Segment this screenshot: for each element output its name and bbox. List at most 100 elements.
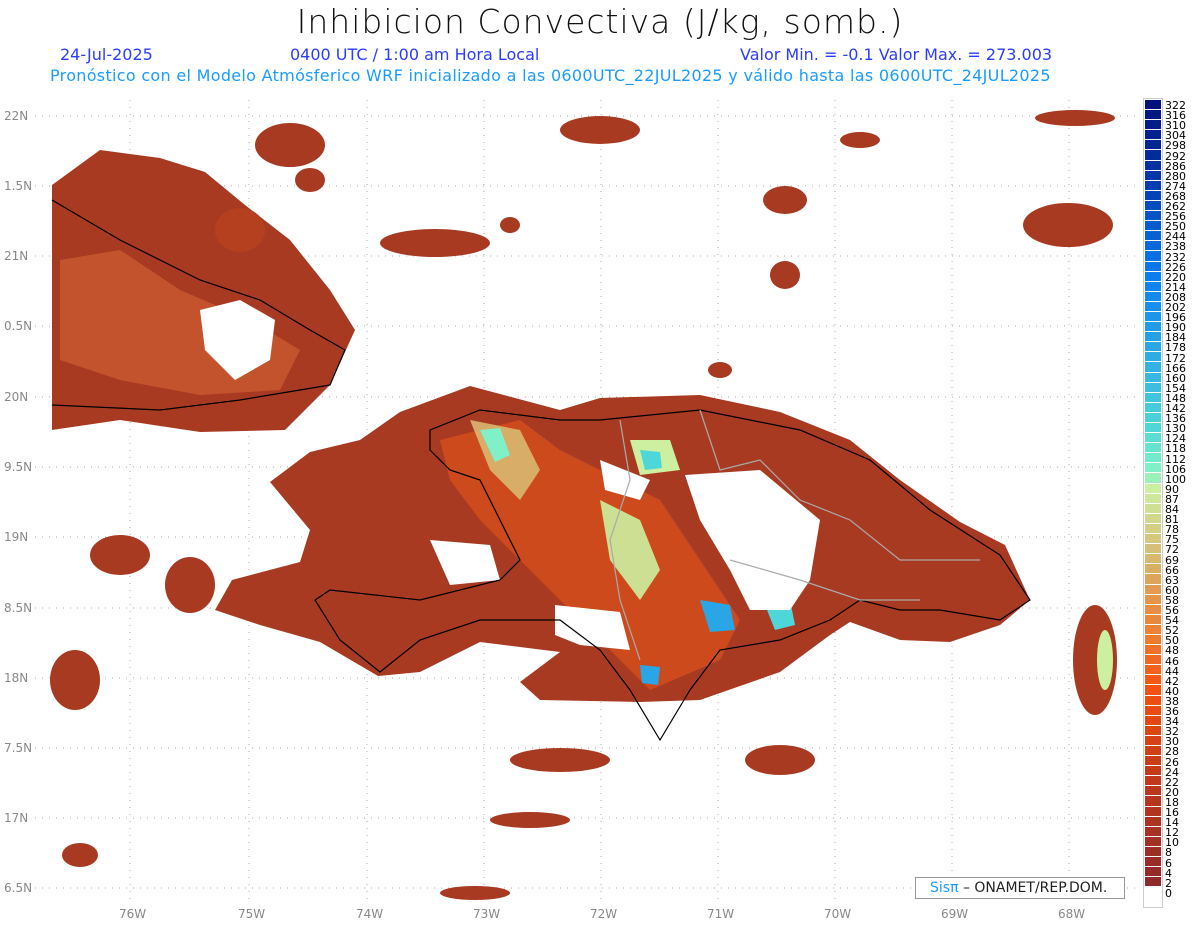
colorbar-box	[1145, 473, 1161, 484]
colorbar-box	[1145, 271, 1161, 282]
colorbar-box	[1145, 806, 1161, 817]
colorbar-box	[1145, 493, 1161, 504]
colorbar-box	[1145, 140, 1161, 151]
lat-label: 18N	[4, 671, 29, 685]
colorbar-box	[1145, 786, 1161, 797]
colorbar-box	[1145, 211, 1161, 222]
colorbar-box	[1145, 392, 1161, 403]
colorbar-box	[1145, 675, 1161, 686]
colorbar-box	[1145, 261, 1161, 272]
lon-label: 73W	[473, 907, 501, 921]
colorbar-box	[1145, 160, 1161, 171]
colorbar-box	[1145, 463, 1161, 474]
colorbar-box	[1145, 604, 1161, 615]
colorbar-box	[1145, 311, 1161, 323]
colorbar-box	[1145, 554, 1161, 565]
colorbar-box	[1145, 867, 1161, 878]
colorbar-box	[1145, 766, 1161, 777]
colorbar-box	[1145, 412, 1161, 423]
colorbar-box	[1145, 877, 1161, 888]
colorbar-box	[1145, 574, 1161, 585]
colorbar-box	[1145, 634, 1161, 646]
colorbar-box	[1145, 332, 1161, 343]
lat-label: 22N	[4, 109, 29, 123]
colorbar-box	[1145, 513, 1161, 524]
colorbar-box	[1145, 685, 1161, 696]
colorbar-box	[1145, 655, 1161, 666]
lat-label: 9.5N	[4, 460, 33, 474]
colorbar-box	[1145, 281, 1161, 292]
lat-label: 6.5N	[4, 881, 33, 895]
colorbar-box	[1145, 746, 1161, 757]
colorbar-box	[1145, 534, 1161, 545]
colorbar-box	[1145, 433, 1161, 444]
colorbar-label: 0	[1165, 886, 1172, 900]
colorbar-box	[1145, 826, 1161, 837]
colorbar-box	[1145, 483, 1161, 494]
colorbar-box	[1145, 322, 1161, 333]
credit-text: – ONAMET/REP.DOM.	[962, 880, 1108, 896]
lat-label: 0.5N	[4, 319, 33, 333]
lat-label: 17N	[4, 811, 29, 825]
colorbar-box	[1145, 503, 1161, 514]
lat-label: 8.5N	[4, 601, 33, 615]
colorbar-box	[1145, 352, 1161, 363]
colorbar-box	[1145, 362, 1161, 373]
colorbar-box	[1145, 715, 1161, 726]
lon-label: 72W	[590, 907, 618, 921]
cin-field	[50, 110, 1117, 900]
lat-label: 19N	[4, 530, 29, 544]
colorbar-box	[1145, 423, 1161, 434]
colorbar-box	[1145, 594, 1161, 605]
colorbar-box	[1145, 402, 1161, 413]
lon-label: 70W	[824, 907, 852, 921]
lon-label: 71W	[707, 907, 735, 921]
colorbar-box	[1145, 382, 1161, 393]
lat-label: 21N	[4, 249, 29, 263]
colorbar-box	[1145, 200, 1161, 212]
colorbar-box	[1145, 100, 1161, 111]
lat-label: 7.5N	[4, 741, 33, 755]
colorbar-box	[1145, 624, 1161, 635]
colorbar-box	[1145, 695, 1161, 706]
colorbar-box	[1145, 776, 1161, 787]
colorbar-box	[1145, 756, 1161, 767]
credit-brand: Sisπ	[930, 880, 959, 896]
colorbar-box	[1145, 665, 1161, 676]
colorbar-box	[1145, 180, 1161, 191]
colorbar-box	[1145, 120, 1161, 131]
credit-box: Sisπ – ONAMET/REP.DOM.	[915, 877, 1125, 899]
colorbar-box	[1145, 523, 1161, 535]
colorbar-box	[1145, 735, 1161, 746]
colorbar-box	[1145, 241, 1161, 252]
colorbar-box	[1145, 846, 1161, 858]
colorbar-box	[1145, 170, 1161, 181]
lat-label: 1.5N	[4, 179, 33, 193]
lat-label: 20N	[4, 390, 29, 404]
colorbar-box	[1145, 564, 1161, 575]
colorbar-box	[1145, 372, 1161, 383]
colorbar-box	[1145, 836, 1161, 847]
colorbar-box	[1145, 221, 1161, 232]
lon-label: 69W	[941, 907, 969, 921]
colorbar-box	[1145, 796, 1161, 807]
lon-label: 75W	[238, 907, 266, 921]
lon-label: 74W	[356, 907, 384, 921]
colorbar-box	[1145, 251, 1161, 262]
lon-label: 76W	[119, 907, 147, 921]
colorbar-box	[1145, 453, 1161, 464]
colorbar-box	[1145, 342, 1161, 353]
colorbar-box	[1145, 816, 1161, 827]
colorbar-box	[1145, 645, 1161, 656]
colorbar-box	[1145, 443, 1161, 454]
colorbar-box	[1145, 231, 1161, 242]
colorbar-box	[1145, 705, 1161, 716]
colorbar-box	[1145, 190, 1161, 201]
colorbar-box	[1145, 150, 1161, 161]
colorbar-box	[1145, 857, 1161, 868]
colorbar-box	[1145, 614, 1161, 625]
colorbar-box	[1145, 301, 1161, 312]
colorbar-box	[1145, 110, 1161, 121]
colorbar-box	[1145, 725, 1161, 736]
lon-label: 68W	[1058, 907, 1086, 921]
